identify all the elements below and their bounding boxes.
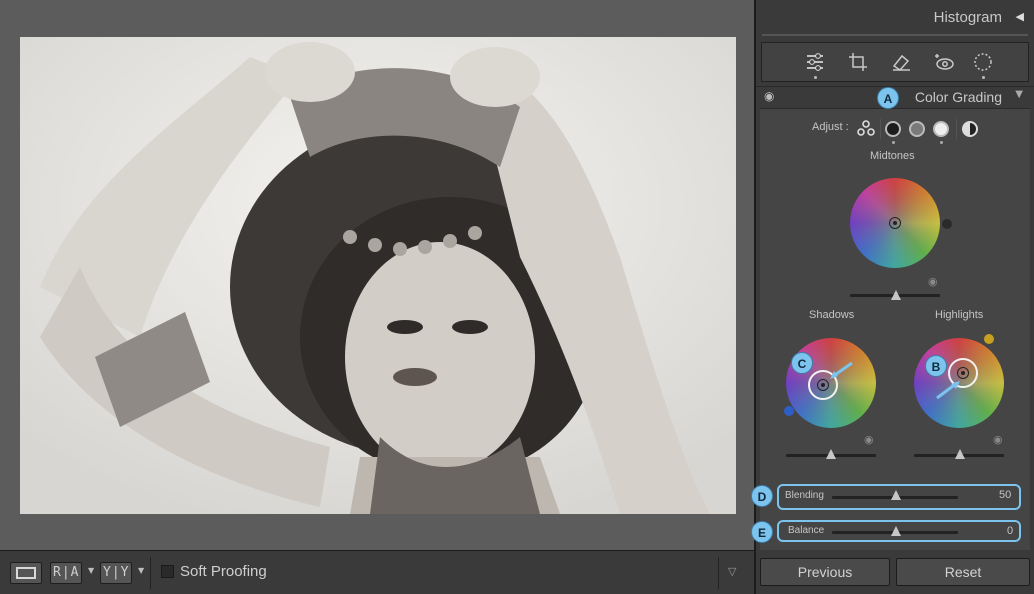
shadows-label: Shadows bbox=[809, 309, 855, 321]
three-way-icon[interactable] bbox=[856, 119, 876, 137]
reset-button[interactable]: Reset bbox=[896, 558, 1030, 586]
photo-preview[interactable] bbox=[20, 37, 736, 514]
slider-thumb[interactable] bbox=[891, 526, 901, 536]
slider-thumb[interactable] bbox=[891, 290, 901, 300]
bottom-toolbar: R|A ▼ Y|Y ▼ Soft Proofing ▽ bbox=[0, 550, 754, 594]
edit-sliders-icon[interactable] bbox=[804, 51, 826, 73]
active-tool-dot bbox=[814, 76, 817, 79]
before-after-top-bottom-button[interactable]: Y|Y bbox=[100, 562, 132, 584]
healing-icon[interactable] bbox=[890, 51, 912, 73]
loupe-view-button[interactable] bbox=[10, 562, 42, 584]
masking-icon[interactable] bbox=[972, 51, 994, 73]
red-eye-icon[interactable] bbox=[933, 51, 955, 73]
chevron-down-icon[interactable]: ▼ bbox=[138, 566, 144, 575]
tool-dot bbox=[982, 76, 985, 79]
chevron-down-icon[interactable]: ▼ bbox=[88, 566, 94, 575]
soft-proofing-label: Soft Proofing bbox=[180, 563, 267, 580]
blending-label: Blending bbox=[785, 490, 824, 501]
arrow-icon bbox=[936, 381, 960, 400]
disclosure-triangle-icon[interactable]: ▼ bbox=[1015, 89, 1023, 100]
callout-d: D bbox=[751, 485, 773, 507]
divider bbox=[150, 557, 151, 589]
crop-icon[interactable] bbox=[847, 51, 869, 73]
callout-e: E bbox=[751, 521, 773, 543]
balance-value[interactable]: 0 bbox=[1007, 525, 1013, 537]
section-title: Color Grading bbox=[914, 89, 1002, 105]
midtones-wheel-handle[interactable] bbox=[889, 217, 901, 229]
collapse-left-icon[interactable]: ◀ bbox=[1016, 10, 1024, 23]
divider bbox=[956, 119, 957, 139]
callout-c: C bbox=[791, 352, 813, 374]
arrow-icon bbox=[830, 361, 853, 379]
blending-value[interactable]: 50 bbox=[999, 489, 1011, 501]
eye-icon[interactable]: ◉ bbox=[864, 433, 874, 446]
highlights-label: Highlights bbox=[935, 309, 984, 321]
balance-label: Balance bbox=[788, 525, 825, 536]
adjust-label: Adjust : bbox=[812, 121, 849, 133]
divider bbox=[880, 119, 881, 139]
shadows-adjust-icon[interactable] bbox=[885, 121, 901, 137]
eye-icon[interactable]: ◉ bbox=[993, 433, 1003, 446]
callout-b: B bbox=[925, 355, 947, 377]
divider bbox=[718, 557, 719, 589]
global-adjust-icon[interactable] bbox=[962, 121, 978, 137]
before-after-left-right-button[interactable]: R|A bbox=[50, 562, 82, 584]
selected-dot bbox=[940, 141, 943, 144]
highlights-swatch[interactable] bbox=[984, 334, 994, 344]
histogram-label[interactable]: Histogram bbox=[934, 9, 1002, 26]
before-after-glyph: R|A bbox=[53, 565, 80, 580]
toolbar-menu-chevron-icon[interactable]: ▽ bbox=[728, 565, 736, 578]
previous-button[interactable]: Previous bbox=[760, 558, 890, 586]
slider-thumb[interactable] bbox=[891, 490, 901, 500]
before-after-glyph: Y|Y bbox=[103, 565, 130, 580]
midtones-adjust-icon[interactable] bbox=[909, 121, 925, 137]
histogram-bar bbox=[762, 34, 1028, 36]
slider-thumb[interactable] bbox=[826, 449, 836, 459]
eye-icon[interactable]: ◉ bbox=[928, 275, 938, 288]
loupe-icon bbox=[16, 567, 36, 579]
highlights-adjust-icon[interactable] bbox=[933, 121, 949, 137]
tool-strip bbox=[761, 42, 1029, 82]
callout-a: A bbox=[877, 87, 899, 109]
image-canvas[interactable] bbox=[0, 0, 754, 550]
midtones-label: Midtones bbox=[870, 150, 915, 162]
portrait-photo bbox=[20, 37, 736, 514]
eye-icon[interactable]: ◉ bbox=[764, 89, 774, 103]
selected-dot bbox=[892, 141, 895, 144]
shadows-swatch[interactable] bbox=[784, 406, 794, 416]
midtones-swatch[interactable] bbox=[942, 219, 952, 229]
soft-proofing-checkbox[interactable] bbox=[161, 565, 174, 578]
slider-thumb[interactable] bbox=[955, 449, 965, 459]
